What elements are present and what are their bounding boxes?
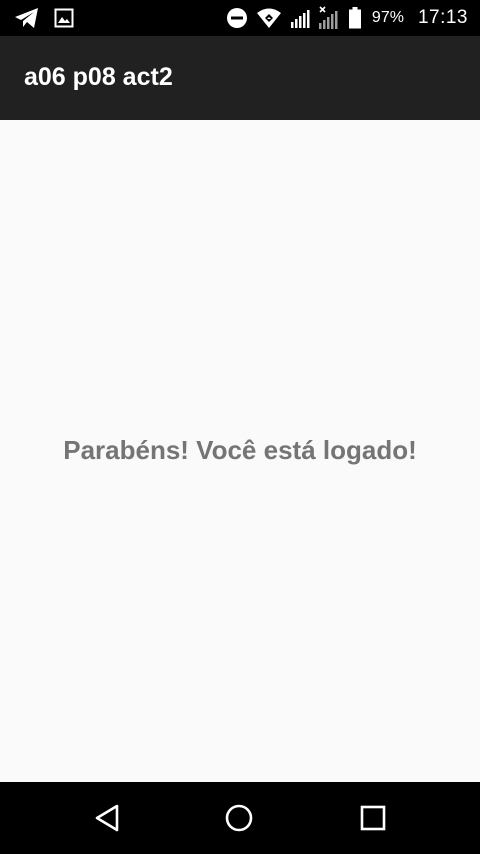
status-right: 97% 17:13 xyxy=(226,0,468,36)
telegram-icon xyxy=(14,7,40,29)
recent-apps-icon xyxy=(360,805,386,831)
clock: 17:13 xyxy=(417,7,468,28)
wifi-icon xyxy=(256,7,282,29)
back-button[interactable] xyxy=(89,800,125,836)
battery-icon xyxy=(348,7,362,29)
home-icon xyxy=(225,804,253,832)
image-icon xyxy=(54,8,74,28)
cellular-signal-icon xyxy=(290,7,310,29)
battery-percent: 97% xyxy=(371,9,404,26)
home-button[interactable] xyxy=(221,800,257,836)
content-area: Parabéns! Você está logado! xyxy=(0,120,480,782)
recent-apps-button[interactable] xyxy=(355,800,391,836)
cellular-signal-no-data-icon xyxy=(318,5,340,31)
status-left xyxy=(14,5,74,31)
status-bar: 97% 17:13 xyxy=(0,0,480,36)
back-icon xyxy=(95,804,119,832)
app-bar: a06 p08 act2 xyxy=(0,36,480,120)
do-not-disturb-icon xyxy=(226,7,248,29)
navigation-bar xyxy=(0,782,480,854)
app-title: a06 p08 act2 xyxy=(24,63,173,91)
login-success-message: Parabéns! Você está logado! xyxy=(63,435,417,465)
